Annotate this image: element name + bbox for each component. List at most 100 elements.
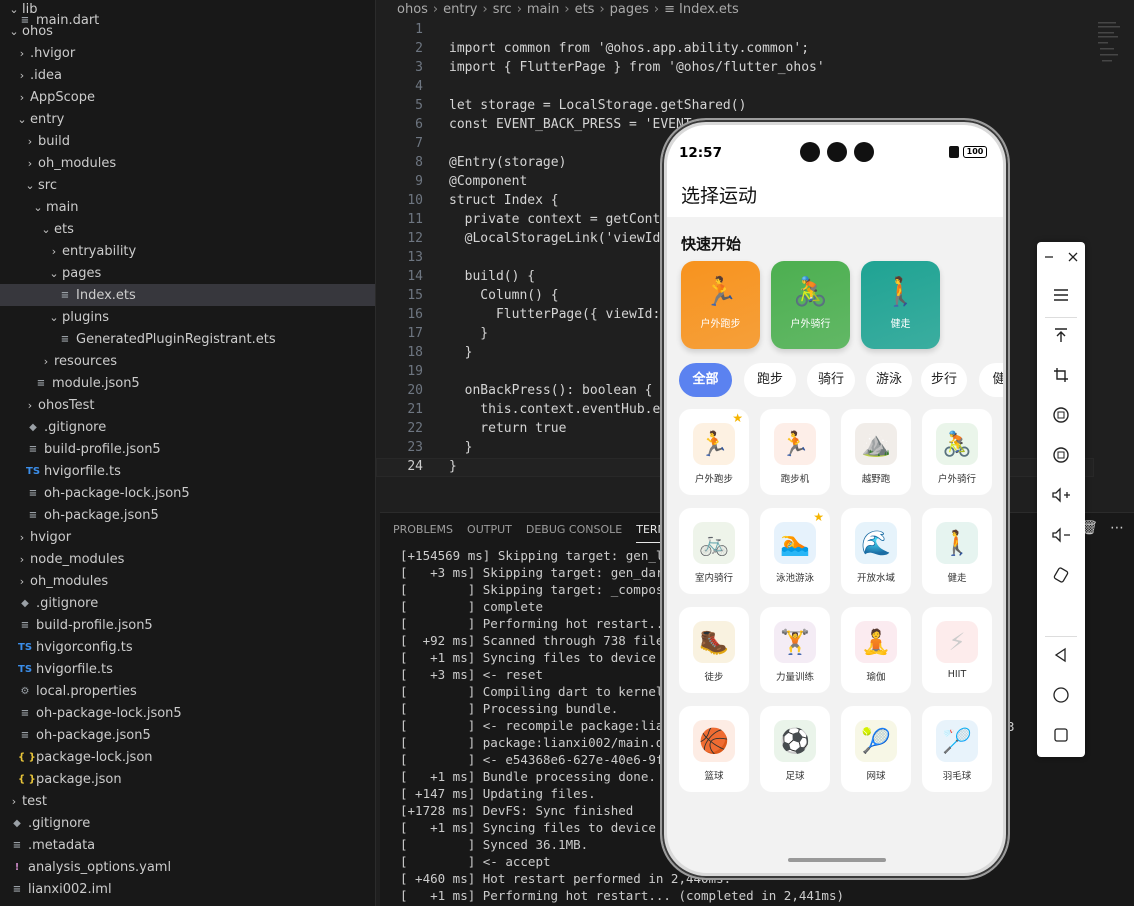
file-item[interactable]: { } package.json xyxy=(0,768,375,790)
folder-item[interactable]: › .hvigor xyxy=(0,42,375,64)
breadcrumb-item[interactable]: src xyxy=(493,2,512,17)
file-item[interactable]: { } package-lock.json xyxy=(0,746,375,768)
file-item[interactable]: ≡ oh-package.json5 xyxy=(0,724,375,746)
category-chip[interactable]: 骑行 xyxy=(807,363,855,397)
volume-down-icon[interactable] xyxy=(1037,520,1085,550)
folder-item[interactable]: › test xyxy=(0,790,375,812)
folder-item[interactable]: › AppScope xyxy=(0,86,375,108)
code-line[interactable]: @Entry(storage) xyxy=(449,155,566,170)
code-line[interactable]: const EVENT_BACK_PRESS = 'EVENT xyxy=(449,117,692,132)
category-chip[interactable]: 步行 xyxy=(921,363,967,397)
folder-item[interactable]: ⌄ main xyxy=(0,196,375,218)
sport-card[interactable]: 🏀 篮球 xyxy=(679,706,749,792)
close-icon[interactable] xyxy=(1061,242,1085,272)
code-line[interactable]: } xyxy=(449,459,457,474)
folder-item[interactable]: › .idea xyxy=(0,64,375,86)
sport-card[interactable]: ⚡ HIIT xyxy=(922,607,992,693)
home-indicator[interactable] xyxy=(788,858,886,862)
sport-card[interactable]: 🏋️ 力量训练 xyxy=(760,607,830,693)
recents-icon[interactable] xyxy=(1037,720,1085,750)
tab-output[interactable]: OUTPUT xyxy=(467,523,512,543)
back-icon[interactable] xyxy=(1037,640,1085,670)
code-line[interactable]: import { FlutterPage } from '@ohos/flutt… xyxy=(449,60,825,75)
sport-card[interactable]: 🚴 户外骑行 xyxy=(922,409,992,495)
folder-item[interactable]: › entryability xyxy=(0,240,375,262)
sport-card[interactable]: 🏸 羽毛球 xyxy=(922,706,992,792)
file-item[interactable]: ! analysis_options.yaml xyxy=(0,856,375,878)
file-item[interactable]: ≡ Index.ets xyxy=(0,284,375,306)
sport-card[interactable]: 🎾 网球 xyxy=(841,706,911,792)
file-item[interactable]: ≡ oh-package.json5 xyxy=(0,504,375,526)
code-line[interactable]: } xyxy=(449,326,488,341)
code-line[interactable]: let storage = LocalStorage.getShared() xyxy=(449,98,746,113)
category-chip[interactable]: 健 xyxy=(979,363,1003,397)
file-item[interactable]: ⚙ local.properties xyxy=(0,680,375,702)
folder-item[interactable]: › hvigor xyxy=(0,526,375,548)
folder-item[interactable]: › ohosTest xyxy=(0,394,375,416)
quick-start-card[interactable]: 🚶 健走 xyxy=(861,261,940,349)
folder-item[interactable]: › oh_modules xyxy=(0,152,375,174)
code-line[interactable]: @Component xyxy=(449,174,527,189)
code-line[interactable]: build() { xyxy=(449,269,535,284)
sport-card[interactable]: 🚲 室内骑行 xyxy=(679,508,749,594)
breadcrumb-item[interactable]: pages xyxy=(610,2,649,17)
breadcrumb-item[interactable]: entry xyxy=(443,2,477,17)
minimap[interactable] xyxy=(1098,18,1132,78)
code-line[interactable]: onBackPress(): boolean { xyxy=(449,383,653,398)
sport-card[interactable]: ⛰️ 越野跑 xyxy=(841,409,911,495)
file-item[interactable]: ≡ oh-package-lock.json5 xyxy=(0,482,375,504)
menu-icon[interactable] xyxy=(1037,280,1085,310)
phone-screen[interactable]: 12:57 100 选择运动 快速开始 全部 跑步 骑行 游泳 步行健 ★ 🏃 户外跑步 🏃 跑… xyxy=(667,125,1003,873)
home-icon[interactable] xyxy=(1037,680,1085,710)
file-item[interactable]: ◆ .gitignore xyxy=(0,812,375,834)
breadcrumb-item[interactable]: ets xyxy=(575,2,595,17)
sport-card[interactable]: 🏃 跑步机 xyxy=(760,409,830,495)
rotate-left-icon[interactable] xyxy=(1037,400,1085,430)
folder-item[interactable]: › build xyxy=(0,130,375,152)
code-line[interactable]: @LocalStorageLink('viewId xyxy=(449,231,661,246)
file-item[interactable]: ≡ module.json5 xyxy=(0,372,375,394)
file-item[interactable]: ≡ build-profile.json5 xyxy=(0,438,375,460)
sport-card[interactable]: 🥾 徒步 xyxy=(679,607,749,693)
sport-card[interactable]: 🌊 开放水域 xyxy=(841,508,911,594)
folder-item[interactable]: ⌄ entry xyxy=(0,108,375,130)
breadcrumb-item[interactable]: ohos xyxy=(397,2,428,17)
folder-item[interactable]: ⌄ ohos xyxy=(0,20,375,42)
file-item[interactable]: ≡ GeneratedPluginRegistrant.ets xyxy=(0,328,375,350)
breadcrumb-item[interactable]: Index.ets xyxy=(679,2,739,17)
folder-item[interactable]: ⌄ pages xyxy=(0,262,375,284)
quick-start-card[interactable]: 🚴 户外骑行 xyxy=(771,261,850,349)
file-item[interactable]: ≡ lianxi002.iml xyxy=(0,878,375,900)
crop-icon[interactable] xyxy=(1037,360,1085,390)
quick-start-card[interactable]: 🏃 户外跑步 xyxy=(681,261,760,349)
folder-item[interactable]: › node_modules xyxy=(0,548,375,570)
code-line[interactable]: private context = getConte xyxy=(449,212,669,227)
sport-card[interactable]: 🚶 健走 xyxy=(922,508,992,594)
code-line[interactable]: struct Index { xyxy=(449,193,559,208)
file-item[interactable]: TS hvigorfile.ts xyxy=(0,658,375,680)
sport-card[interactable]: ⚽ 足球 xyxy=(760,706,830,792)
file-item[interactable]: ◆ .gitignore xyxy=(0,416,375,438)
shake-icon[interactable] xyxy=(1037,560,1085,590)
minimize-icon[interactable] xyxy=(1037,242,1061,272)
folder-item[interactable]: ⌄ src xyxy=(0,174,375,196)
category-chip[interactable]: 全部 xyxy=(679,363,732,397)
tab-debug-console[interactable]: DEBUG CONSOLE xyxy=(526,523,622,543)
code-line[interactable]: FlutterPage({ viewId: xyxy=(449,307,660,322)
sport-card[interactable]: 🧘 瑜伽 xyxy=(841,607,911,693)
file-item[interactable]: TS hvigorfile.ts xyxy=(0,460,375,482)
code-line[interactable]: } xyxy=(449,440,473,455)
folder-item[interactable]: ⌄ plugins xyxy=(0,306,375,328)
sport-card[interactable]: ★ 🏊 泳池游泳 xyxy=(760,508,830,594)
code-line[interactable]: import common from '@ohos.app.ability.co… xyxy=(449,41,809,56)
folder-item[interactable]: ⌄ ets xyxy=(0,218,375,240)
category-chip[interactable]: 游泳 xyxy=(866,363,912,397)
folder-item[interactable]: › resources xyxy=(0,350,375,372)
file-item[interactable]: ≡ .metadata xyxy=(0,834,375,856)
code-line[interactable]: Column() { xyxy=(449,288,558,303)
rotate-right-icon[interactable] xyxy=(1037,440,1085,470)
code-line[interactable]: this.context.eventHub.em xyxy=(449,402,668,417)
tab-problems[interactable]: PROBLEMS xyxy=(393,523,453,543)
more-icon[interactable]: ⋯ xyxy=(1110,520,1124,536)
file-item[interactable]: ≡ oh-package-lock.json5 xyxy=(0,702,375,724)
